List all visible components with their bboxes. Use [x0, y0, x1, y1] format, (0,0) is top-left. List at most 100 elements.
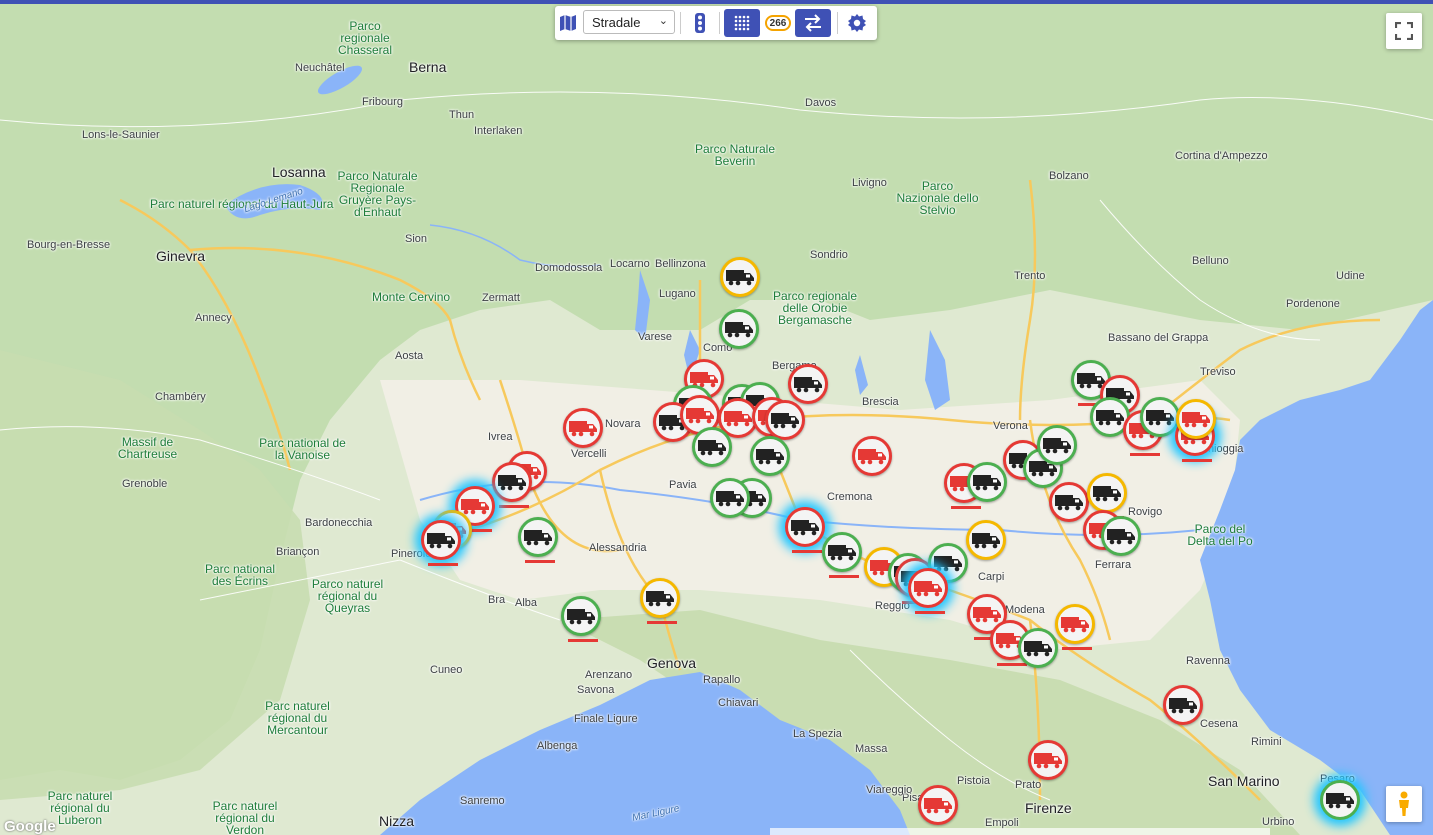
- label-livigno: Livigno: [852, 177, 887, 189]
- label-sanremo: Sanremo: [460, 795, 505, 807]
- settings-button[interactable]: [842, 9, 872, 37]
- label-trento: Trento: [1014, 270, 1046, 282]
- vehicle-marker[interactable]: [1163, 685, 1203, 725]
- vehicle-marker[interactable]: [692, 427, 732, 467]
- label-park-gruyere: Parco Naturale Regionale Gruyère Pays-d'…: [337, 169, 418, 219]
- swap-direction-button[interactable]: [795, 9, 831, 37]
- truck-icon: [645, 589, 675, 607]
- label-genova: Genova: [647, 655, 697, 671]
- chevron-down-icon: ⌄: [658, 15, 668, 27]
- marker-alert-bar: [915, 611, 945, 614]
- label-domodossola: Domodossola: [535, 262, 603, 274]
- truck-icon: [933, 554, 963, 572]
- vehicle-marker[interactable]: [822, 532, 862, 578]
- vehicle-marker[interactable]: [788, 364, 828, 404]
- vehicle-marker[interactable]: [1087, 473, 1127, 519]
- vehicle-marker[interactable]: [967, 462, 1007, 502]
- label-cesena: Cesena: [1200, 718, 1238, 730]
- vehicle-marker[interactable]: [563, 408, 603, 448]
- vehicle-marker[interactable]: [719, 309, 759, 349]
- label-ferrara: Ferrara: [1095, 559, 1132, 571]
- marker-alert-bar: [428, 563, 458, 566]
- street-view-button[interactable]: [1386, 786, 1422, 822]
- label-park-stelvio: Parco Nazionale dello Stelvio: [896, 179, 979, 217]
- label-modena: Modena: [1005, 604, 1045, 616]
- marker-alert-bar: [499, 505, 529, 508]
- vehicle-marker[interactable]: [1037, 425, 1077, 465]
- label-alba: Alba: [515, 597, 538, 609]
- vehicle-marker[interactable]: [765, 400, 805, 440]
- vehicle-marker[interactable]: [561, 596, 601, 642]
- traffic-light-icon: [695, 13, 705, 33]
- label-cuneo: Cuneo: [430, 664, 463, 676]
- vehicle-marker[interactable]: [1320, 780, 1360, 820]
- truck-icon: [755, 447, 785, 465]
- vehicle-marker[interactable]: [966, 520, 1006, 560]
- truck-icon: [913, 579, 943, 597]
- vehicle-marker[interactable]: [1101, 516, 1141, 556]
- marker-alert-bar: [1130, 453, 1160, 456]
- label-udine: Udine: [1336, 270, 1365, 282]
- label-lugano: Lugano: [659, 288, 696, 300]
- truck-icon: [1145, 408, 1175, 426]
- vehicle-marker[interactable]: [720, 257, 760, 297]
- label-rimini: Rimini: [1251, 736, 1282, 748]
- vehicle-marker[interactable]: [918, 785, 958, 825]
- label-vercelli: Vercelli: [571, 448, 607, 460]
- label-ravenna: Ravenna: [1186, 655, 1231, 667]
- vehicle-marker[interactable]: [908, 568, 948, 614]
- truck-icon: [790, 518, 820, 536]
- marker-alert-bar: [568, 639, 598, 642]
- vehicle-marker[interactable]: [1055, 604, 1095, 650]
- label-cortina: Cortina d'Ampezzo: [1175, 150, 1268, 162]
- vehicle-marker[interactable]: [1176, 399, 1216, 439]
- vehicle-marker[interactable]: [421, 520, 461, 566]
- label-urbino: Urbino: [1262, 816, 1295, 828]
- truck-icon: [715, 489, 745, 507]
- label-park-vanoise: Parc national de la Vanoise: [259, 436, 346, 462]
- label-monte-cervino: Monte Cervino: [372, 290, 451, 304]
- label-aosta: Aosta: [395, 350, 424, 362]
- truck-icon: [1095, 408, 1125, 426]
- label-briancon: Briançon: [276, 546, 320, 558]
- label-bolzano: Bolzano: [1049, 170, 1089, 182]
- label-lons: Lons-le-Saunier: [82, 129, 160, 141]
- traffic-light-button[interactable]: [686, 9, 714, 37]
- truck-icon: [1042, 436, 1072, 454]
- vehicle-marker[interactable]: [640, 578, 680, 624]
- label-rovigo: Rovigo: [1128, 506, 1163, 518]
- label-neuchatel: Neuchâtel: [295, 62, 345, 74]
- vehicle-marker[interactable]: [710, 478, 750, 518]
- label-park-delta-po: Parco del Delta del Po: [1187, 522, 1253, 548]
- label-park-ecrins: Parc national des Écrins: [204, 562, 276, 588]
- map-attribution[interactable]: [770, 828, 1270, 835]
- cluster-toggle-button[interactable]: [724, 9, 760, 37]
- truck-icon: [725, 268, 755, 286]
- vehicle-marker[interactable]: [1049, 482, 1089, 522]
- vehicle-marker[interactable]: [1140, 397, 1180, 437]
- vehicle-marker[interactable]: [1018, 628, 1058, 668]
- label-zermatt: Zermatt: [482, 292, 520, 304]
- vehicle-count-badge: 266: [765, 15, 791, 31]
- truck-icon: [1054, 493, 1084, 511]
- vehicle-marker[interactable]: [518, 517, 558, 563]
- truck-icon: [1023, 639, 1053, 657]
- vehicle-marker[interactable]: [750, 436, 790, 476]
- label-bardonecchia: Bardonecchia: [305, 517, 373, 529]
- label-park-beverin: Parco Naturale Beverin: [694, 142, 776, 168]
- truck-icon: [972, 605, 1002, 623]
- truck-icon: [697, 438, 727, 456]
- vehicle-marker[interactable]: [492, 462, 532, 508]
- vehicle-marker[interactable]: [852, 436, 892, 476]
- gear-icon: [848, 14, 866, 32]
- label-bra: Bra: [488, 594, 506, 606]
- truck-icon: [923, 796, 953, 814]
- label-pordenone: Pordenone: [1286, 298, 1340, 310]
- map-type-select[interactable]: Stradale ⌄: [583, 10, 675, 34]
- marker-alert-bar: [647, 621, 677, 624]
- map-layers-icon[interactable]: [557, 9, 579, 37]
- vehicle-marker[interactable]: [1028, 740, 1068, 780]
- pegman-icon: [1399, 791, 1409, 816]
- vehicle-marker[interactable]: [785, 507, 825, 553]
- fullscreen-button[interactable]: [1386, 13, 1422, 49]
